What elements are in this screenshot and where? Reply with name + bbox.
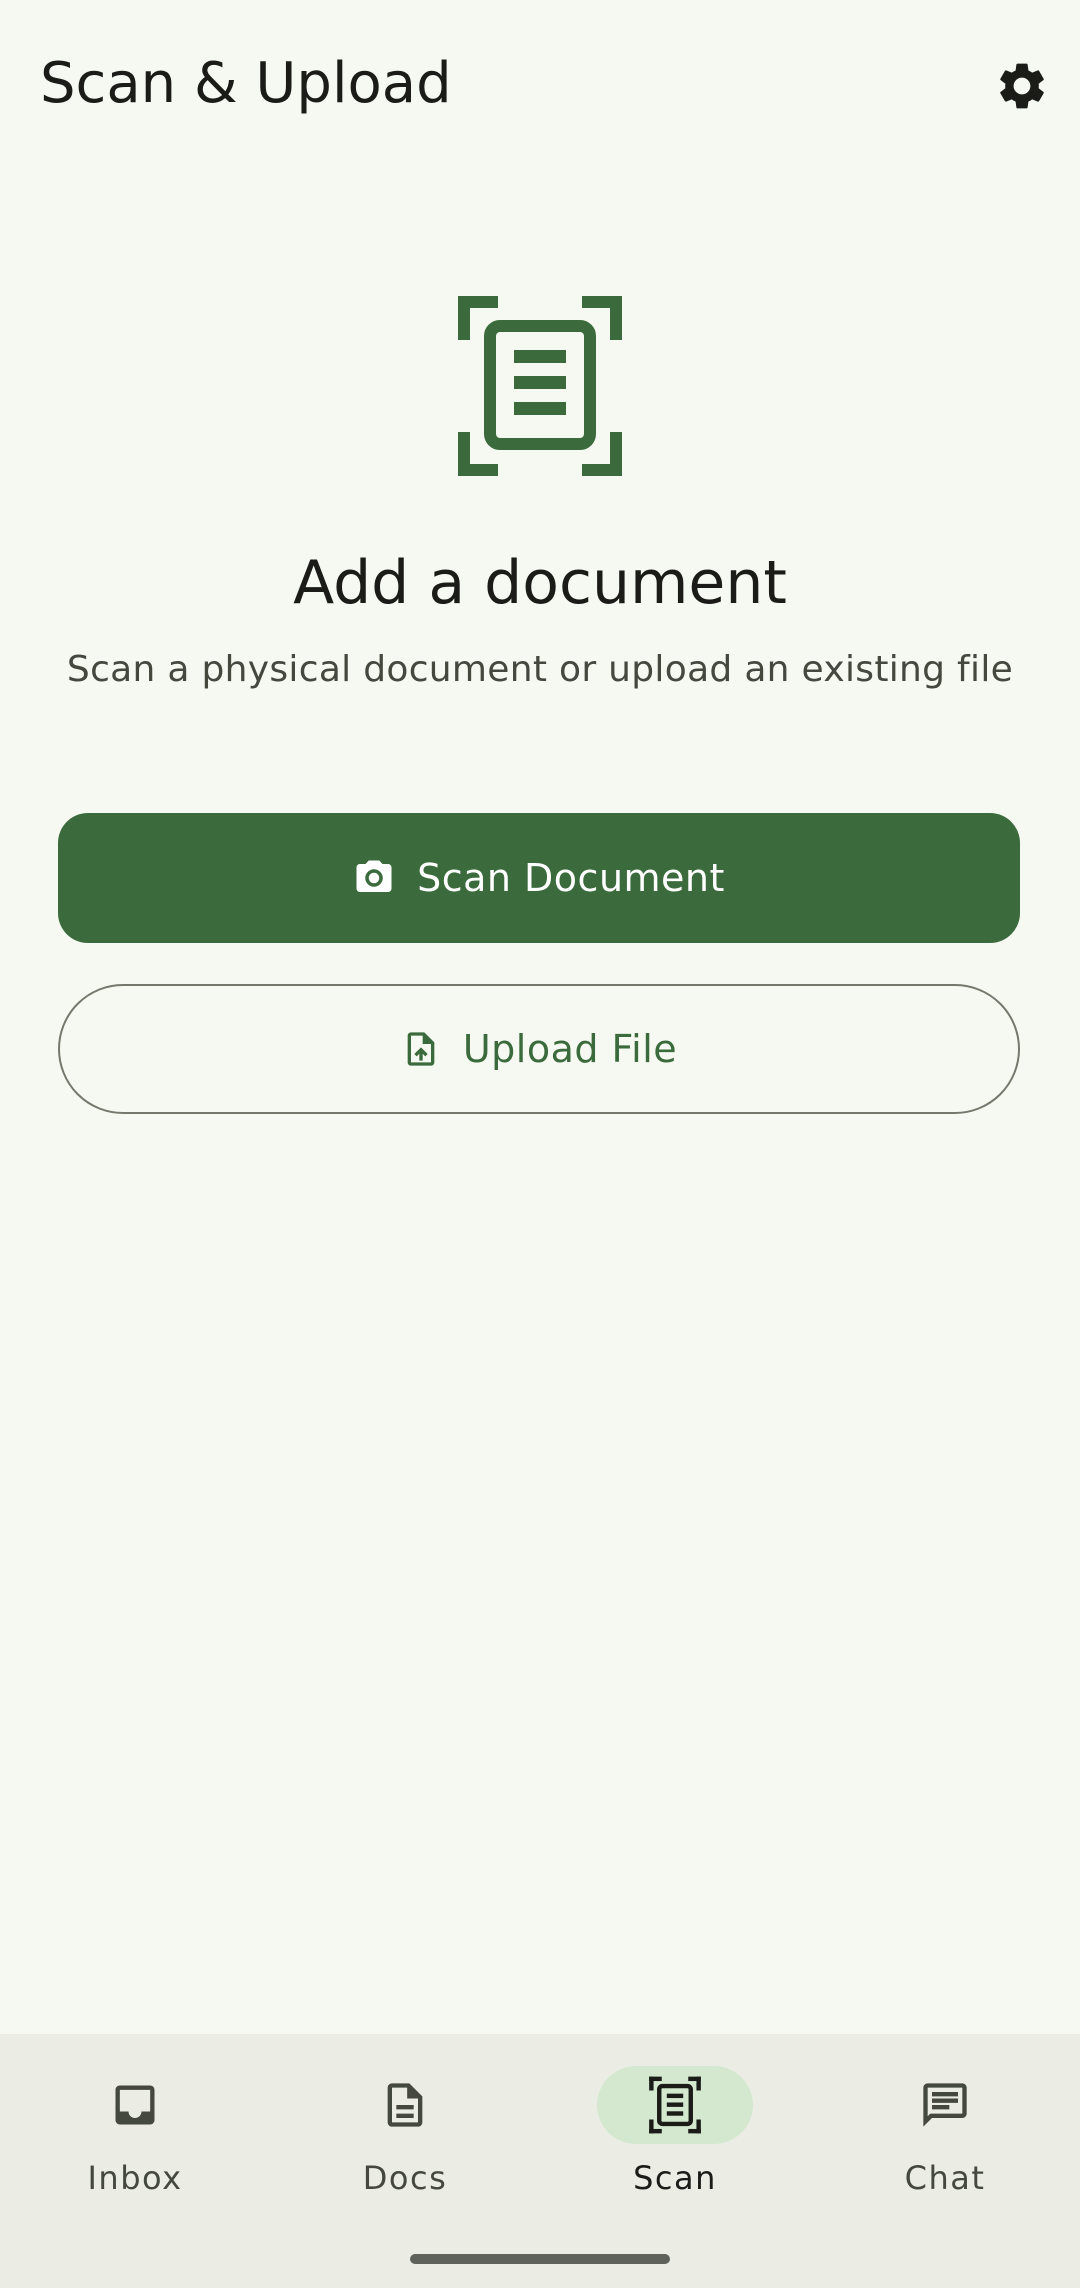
top-app-bar: Scan & Upload	[0, 0, 1080, 170]
nav-item-scan[interactable]: Scan	[540, 2034, 810, 2234]
nav-label-docs: Docs	[362, 2159, 448, 2197]
settings-button[interactable]	[990, 54, 1054, 118]
nav-item-docs[interactable]: Docs	[270, 2034, 540, 2234]
nav-label-chat: Chat	[904, 2159, 986, 2197]
upload-file-button[interactable]: Upload File	[58, 984, 1020, 1114]
chat-icon	[923, 2083, 967, 2127]
page-title: Scan & Upload	[40, 51, 452, 116]
nav-pill-scan	[597, 2066, 753, 2144]
nav-pill-chat	[867, 2066, 1023, 2144]
upload-file-icon	[401, 1029, 441, 1069]
inbox-icon	[115, 2085, 155, 2125]
document-icon	[387, 2083, 423, 2127]
document-scanner-icon	[456, 294, 624, 478]
nav-item-chat[interactable]: Chat	[810, 2034, 1080, 2234]
nav-item-inbox[interactable]: Inbox	[0, 2034, 270, 2234]
document-scanner-icon	[649, 2076, 701, 2134]
gear-icon	[1000, 63, 1044, 109]
camera-icon	[353, 857, 395, 899]
add-document-heading: Add a document	[293, 548, 787, 618]
bottom-navigation-bar: Inbox Docs Scan Chat	[0, 2034, 1080, 2288]
gesture-handle[interactable]	[410, 2254, 670, 2264]
nav-label-scan: Scan	[633, 2159, 717, 2197]
add-document-subtitle: Scan a physical document or upload an ex…	[66, 649, 1014, 690]
scan-document-label: Scan Document	[417, 856, 725, 900]
upload-file-label: Upload File	[462, 1027, 678, 1071]
nav-pill-inbox	[57, 2066, 213, 2144]
nav-label-inbox: Inbox	[87, 2159, 183, 2197]
nav-pill-docs	[327, 2066, 483, 2144]
scan-document-button[interactable]: Scan Document	[58, 813, 1020, 943]
